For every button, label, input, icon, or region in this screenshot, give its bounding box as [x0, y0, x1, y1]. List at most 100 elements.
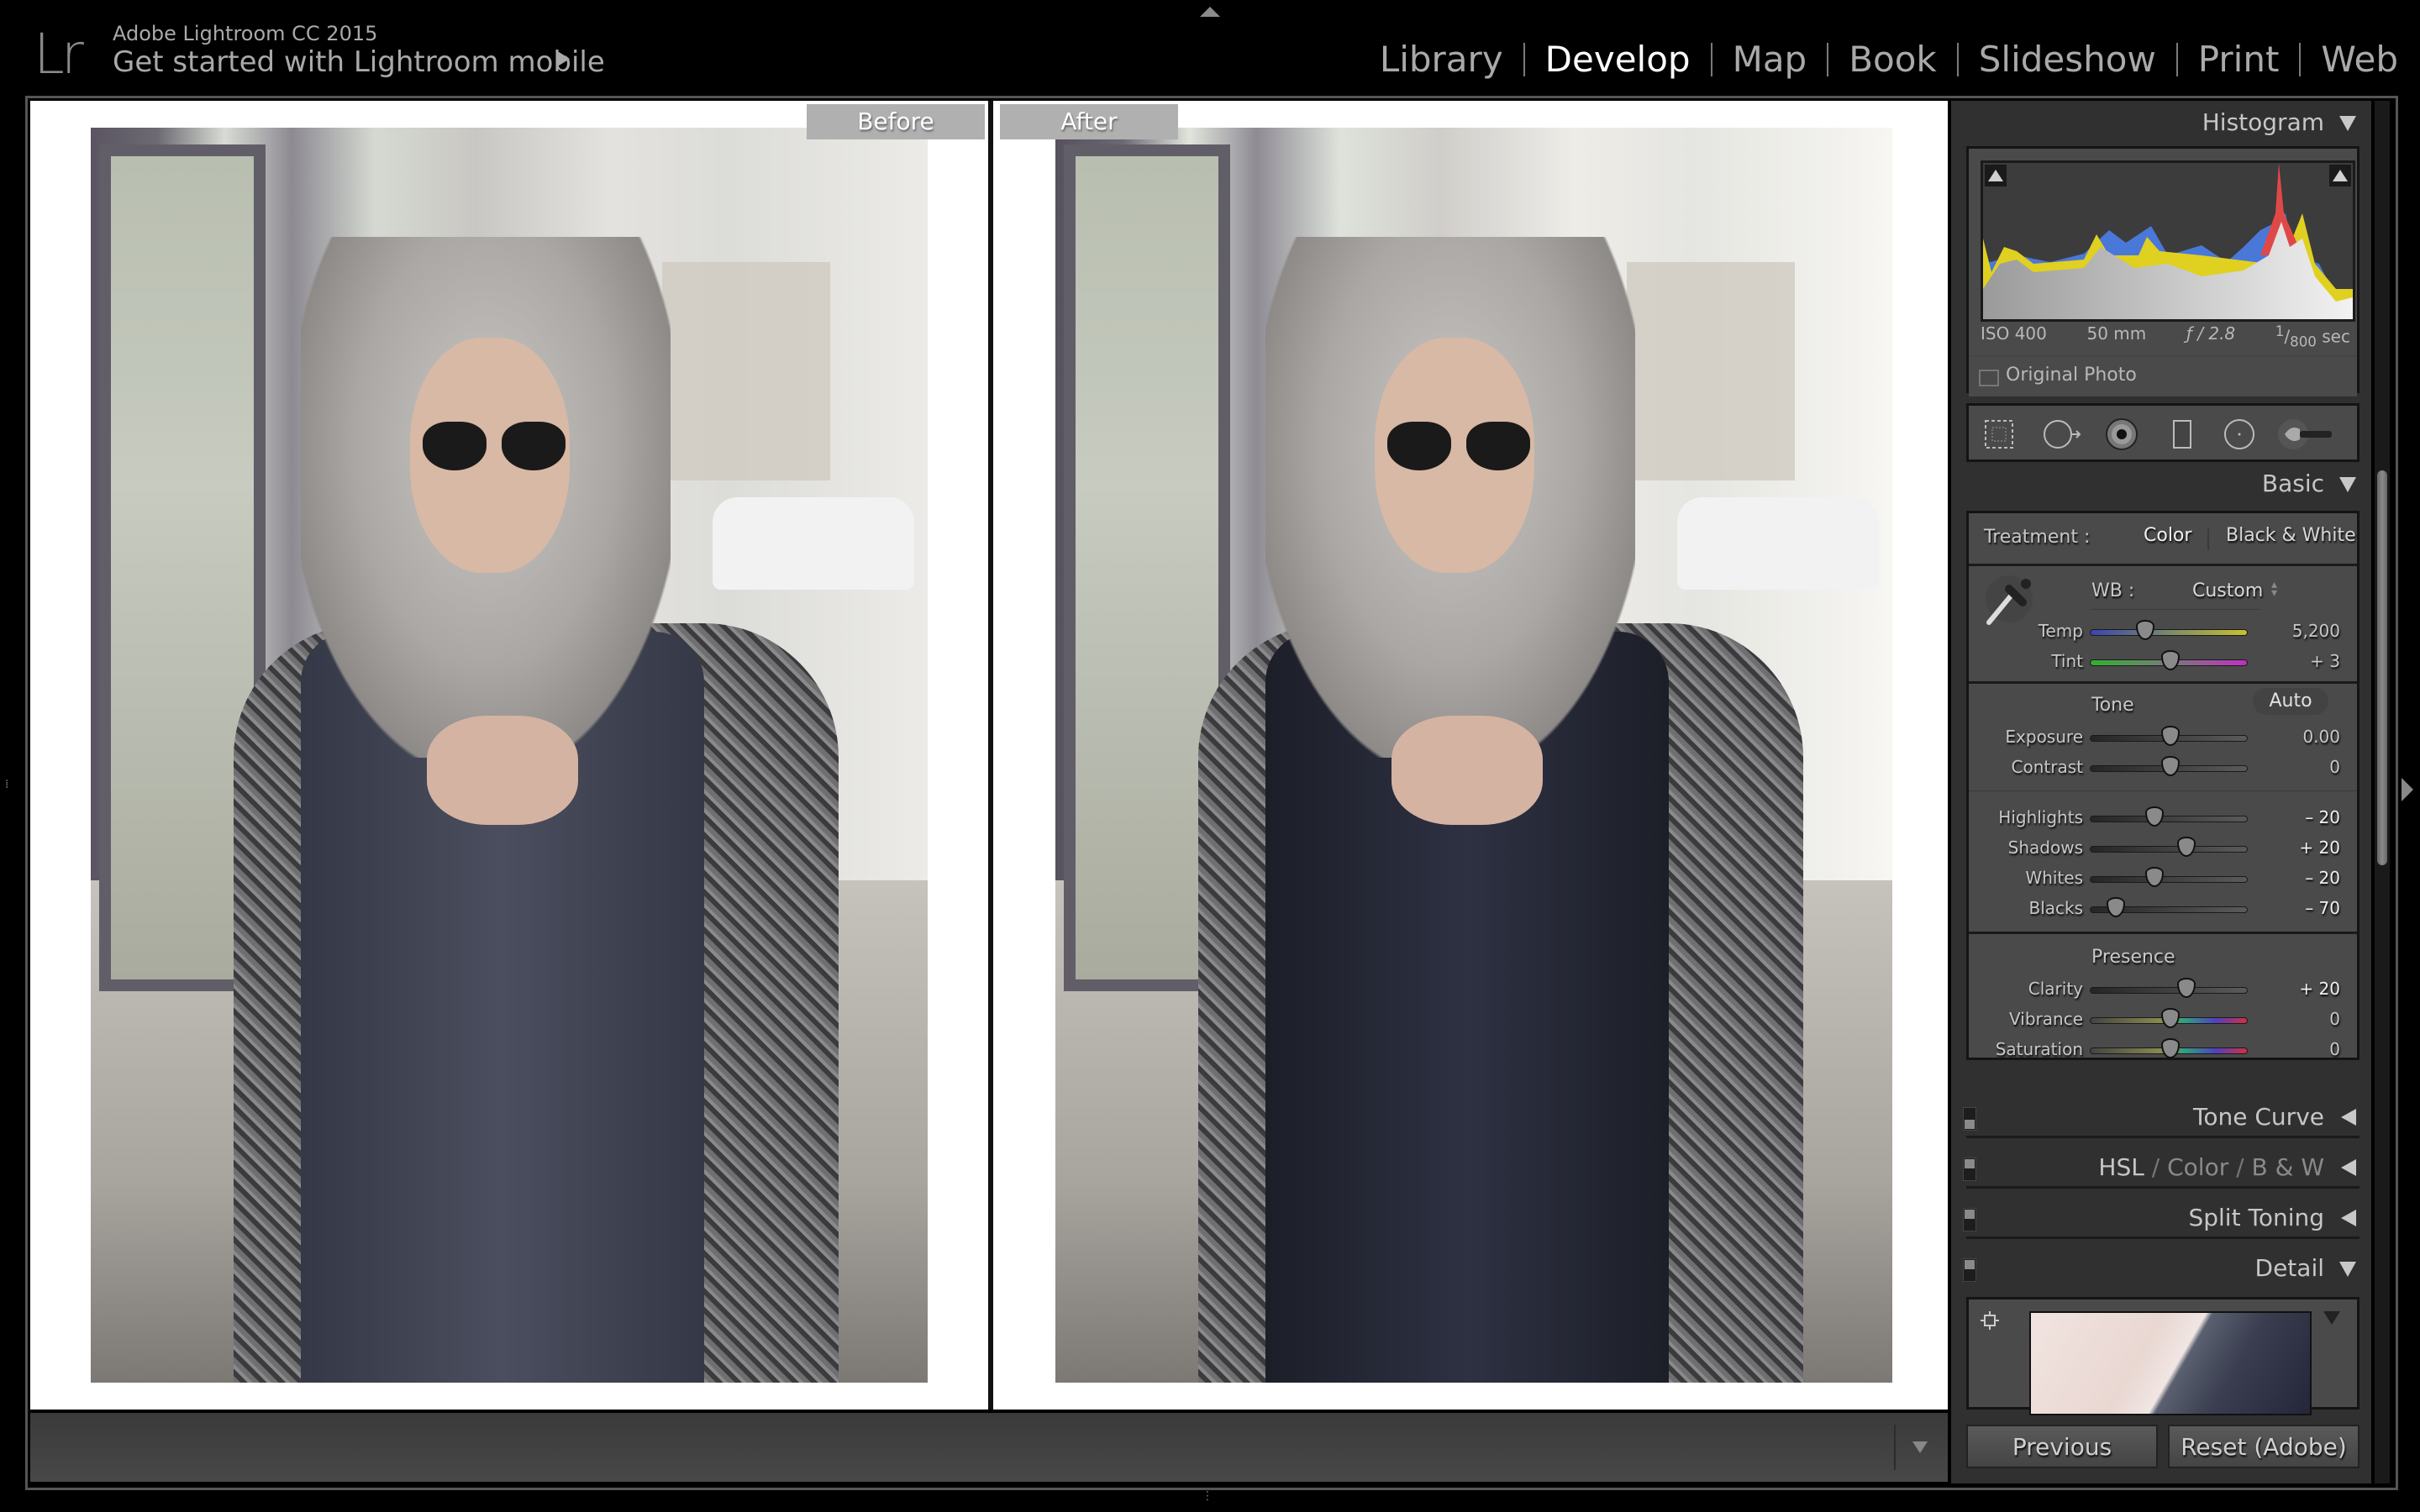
slider-value[interactable]: 5,200 — [2292, 621, 2340, 641]
hsl-header[interactable]: HSL / Color / B & W — [1951, 1151, 2371, 1184]
slider-thumb[interactable] — [2136, 620, 2155, 640]
slider-track[interactable] — [2090, 806, 2248, 827]
module-print[interactable]: Print — [2198, 39, 2280, 80]
slider-value[interactable]: 0 — [2329, 1039, 2340, 1059]
slider-thumb[interactable] — [2176, 837, 2196, 857]
slider-track[interactable] — [2090, 897, 2248, 917]
spot-removal-icon[interactable] — [2041, 417, 2083, 451]
slider-track[interactable] — [2090, 1038, 2248, 1058]
tone-curve-header[interactable]: Tone Curve — [1951, 1100, 2371, 1134]
slider-track[interactable] — [2090, 1008, 2248, 1028]
module-map[interactable]: Map — [1733, 39, 1807, 80]
detail-header[interactable]: Detail — [1951, 1252, 2371, 1285]
adjustment-brush-icon[interactable] — [2278, 417, 2337, 451]
expand-triangle-icon[interactable] — [2341, 1210, 2356, 1226]
basic-header[interactable]: Basic — [1951, 467, 2371, 501]
highlight-clipping-toggle-icon[interactable] — [2329, 165, 2351, 186]
slider-track[interactable] — [2090, 756, 2248, 776]
section-separator — [1966, 1136, 2360, 1138]
detail-toggle-switch[interactable] — [1963, 1258, 1976, 1282]
hsl-toggle-switch[interactable] — [1963, 1158, 1976, 1181]
slider-value[interactable]: – 70 — [2305, 898, 2340, 918]
slider-value[interactable]: + 3 — [2310, 651, 2340, 671]
slider-label: Vibrance — [2009, 1009, 2083, 1029]
split-toning-toggle-switch[interactable] — [1963, 1208, 1976, 1231]
split-toning-header[interactable]: Split Toning — [1951, 1201, 2371, 1235]
slider-track[interactable] — [2090, 620, 2248, 640]
slider-thumb[interactable] — [2176, 978, 2196, 998]
slider-value[interactable]: 0.00 — [2302, 727, 2340, 747]
graduated-filter-icon[interactable] — [2165, 417, 2199, 451]
play-arrow-icon[interactable] — [556, 50, 570, 67]
detail-zoom-target-icon[interactable] — [1981, 1311, 1999, 1330]
before-label: Before — [807, 104, 985, 139]
collapse-triangle-icon[interactable] — [2339, 116, 2356, 131]
slider-value[interactable]: + 20 — [2299, 837, 2340, 858]
slider-thumb[interactable] — [2161, 650, 2180, 670]
module-slideshow[interactable]: Slideshow — [1979, 39, 2156, 80]
slider-value[interactable]: – 20 — [2305, 807, 2340, 827]
slider-track[interactable] — [2090, 867, 2248, 887]
treatment-black-white[interactable]: Black & White — [2226, 525, 2356, 546]
detail-preview-image[interactable] — [2029, 1311, 2312, 1415]
module-web[interactable]: Web — [2321, 39, 2398, 80]
slider-track[interactable] — [2090, 978, 2248, 998]
slider-value[interactable]: – 20 — [2305, 868, 2340, 888]
before-photo[interactable] — [91, 128, 928, 1383]
original-photo-checkbox[interactable] — [1979, 370, 1999, 386]
slider-track[interactable] — [2090, 650, 2248, 670]
slider-thumb[interactable] — [2161, 1008, 2180, 1028]
module-develop[interactable]: Develop — [1545, 39, 1691, 80]
toolbar-content-menu-icon[interactable] — [1912, 1441, 1928, 1453]
slider-value[interactable]: + 20 — [2299, 979, 2340, 999]
histogram-title: Histogram — [2202, 108, 2324, 136]
tone-curve-toggle-switch[interactable] — [1963, 1107, 1976, 1131]
module-book[interactable]: Book — [1849, 39, 1937, 80]
collapse-triangle-icon[interactable] — [2339, 477, 2356, 492]
slider-thumb[interactable] — [2106, 897, 2125, 917]
panel-scrollbar-thumb[interactable] — [2377, 470, 2387, 865]
left-panel-toggle-icon[interactable]: ⁞ — [5, 778, 8, 791]
slider-value[interactable]: 0 — [2329, 1009, 2340, 1029]
slider-contrast: Contrast 0 — [1969, 753, 2357, 784]
histogram-graph[interactable] — [1981, 160, 2355, 322]
histogram-header[interactable]: Histogram — [1951, 106, 2371, 139]
basic-panel: Treatment : Color Black & White WB : Cus… — [1966, 511, 2360, 1060]
lightroom-mobile-link[interactable]: Get started with Lightroom mobile — [113, 45, 605, 79]
shadow-clipping-toggle-icon[interactable] — [1985, 165, 2007, 186]
slider-track[interactable] — [2090, 726, 2248, 746]
wb-select[interactable]: Custom — [2192, 580, 2263, 601]
slider-thumb[interactable] — [2161, 756, 2180, 776]
tone-label: Tone — [2091, 695, 2134, 716]
slider-thumb[interactable] — [2161, 726, 2180, 746]
wb-label: WB : — [2091, 580, 2135, 601]
after-photo[interactable] — [1055, 128, 1892, 1383]
collapse-triangle-icon[interactable] — [2339, 1262, 2356, 1277]
shutter-unit: sec — [2322, 326, 2350, 347]
right-panel-toggle-icon[interactable] — [2402, 778, 2413, 801]
tool-strip — [1966, 403, 2360, 462]
previous-button[interactable]: Previous — [1966, 1425, 2158, 1468]
slider-thumb[interactable] — [2161, 1038, 2180, 1058]
auto-tone-button[interactable]: Auto — [2253, 688, 2328, 715]
expand-triangle-icon[interactable] — [2341, 1109, 2356, 1126]
color-tab[interactable]: Color — [2167, 1153, 2228, 1181]
expand-triangle-icon[interactable] — [2341, 1159, 2356, 1176]
radial-filter-icon[interactable] — [2223, 417, 2256, 451]
red-eye-icon[interactable] — [2105, 417, 2139, 451]
bw-tab[interactable]: B & W — [2251, 1153, 2324, 1181]
wb-select-arrows-icon[interactable]: ▴ ▾ — [2271, 579, 2277, 599]
detail-preview-toggle-icon[interactable] — [2323, 1311, 2340, 1325]
reset-button[interactable]: Reset (Adobe) — [2168, 1425, 2360, 1468]
hsl-tab[interactable]: HSL — [2098, 1153, 2144, 1181]
slider-thumb[interactable] — [2145, 806, 2165, 827]
module-library[interactable]: Library — [1380, 39, 1503, 80]
filmstrip-toggle-icon[interactable]: ⋮ — [1202, 1490, 1213, 1502]
treatment-color[interactable]: Color — [2144, 525, 2191, 546]
slider-exposure: Exposure 0.00 — [1969, 723, 2357, 753]
slider-value[interactable]: 0 — [2329, 757, 2340, 777]
crop-overlay-icon[interactable] — [1982, 417, 2016, 451]
slider-track[interactable] — [2090, 837, 2248, 857]
top-panel-toggle-icon[interactable] — [1200, 7, 1220, 17]
slider-thumb[interactable] — [2145, 867, 2165, 887]
